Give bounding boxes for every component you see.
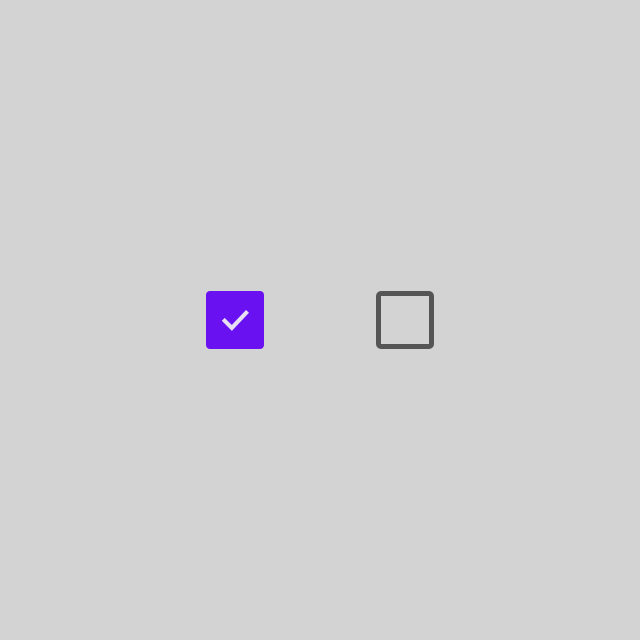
checkmark-icon [221,309,249,331]
canvas [0,0,640,640]
checkbox-unchecked[interactable] [376,291,434,349]
checkbox-checked[interactable] [206,291,264,349]
